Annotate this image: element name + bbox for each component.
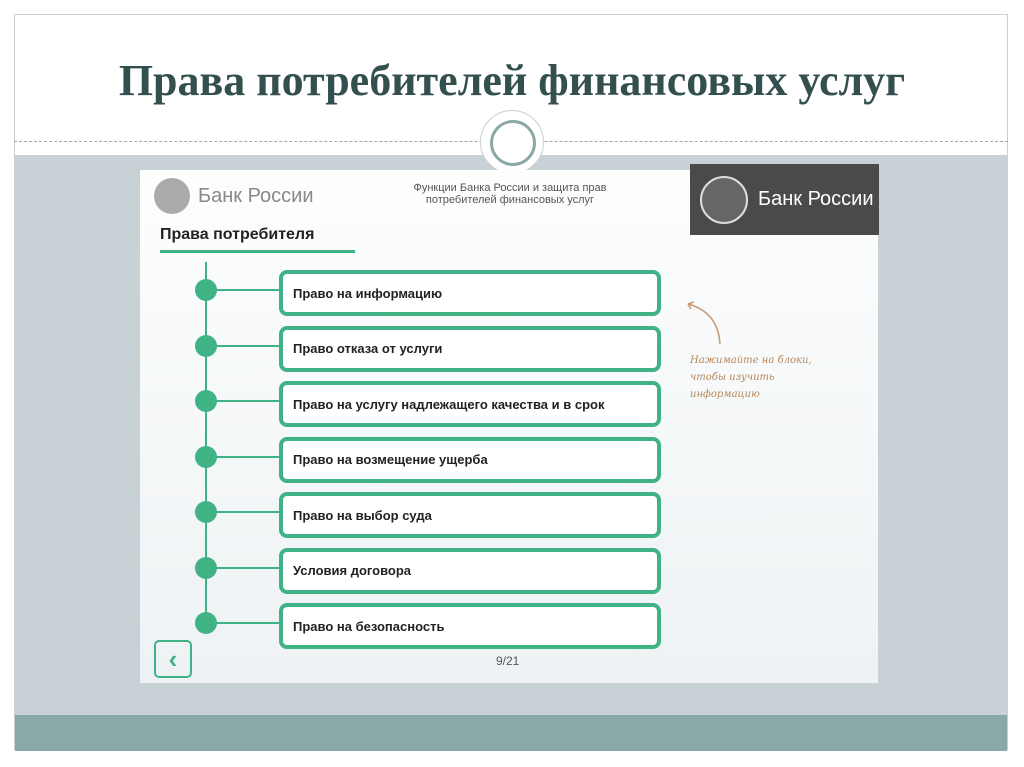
timeline-dot	[195, 556, 217, 579]
page-title: Права потребителей финансовых услуг	[118, 56, 906, 105]
emblem-icon	[700, 175, 748, 224]
timeline-dot	[195, 501, 217, 523]
timeline-item: Условия договора	[195, 547, 661, 594]
right-block-button[interactable]: Право на безопасность	[279, 603, 661, 649]
right-block-button[interactable]: Право на услугу надлежащего качества и в…	[279, 381, 661, 427]
connector	[215, 566, 279, 569]
timeline-item: Право на безопасность	[195, 603, 661, 649]
page-counter: 9/21	[496, 654, 520, 668]
logo-text: Банк России	[198, 184, 314, 207]
connector	[215, 400, 279, 402]
section-heading: Права потребителя	[160, 226, 315, 243]
circle-ornament	[480, 110, 544, 174]
timeline-dot	[195, 612, 217, 634]
brand-badge: Банк России	[690, 164, 879, 235]
timeline-item: Право на выбор суда	[195, 492, 661, 538]
emblem-icon	[154, 178, 190, 214]
connector	[215, 289, 279, 291]
connector	[215, 511, 279, 513]
footer-band	[15, 715, 1007, 751]
right-block-button[interactable]: Право на информацию	[279, 270, 661, 316]
timeline-item: Право отказа от услуги	[195, 325, 661, 372]
connector	[215, 622, 279, 624]
right-block-button[interactable]: Право на выбор суда	[279, 492, 661, 538]
back-button[interactable]: ‹	[154, 640, 192, 678]
logo: Банк России	[154, 178, 314, 214]
connector	[215, 455, 279, 458]
timeline-dot	[195, 279, 217, 301]
timeline-dot	[195, 334, 217, 357]
subtitle: Функции Банка России и защита прав потре…	[413, 182, 607, 206]
connector	[215, 344, 279, 347]
timeline-item: Право на возмещение ущерба	[195, 436, 661, 483]
timeline-dot	[195, 390, 217, 412]
arrow-icon	[687, 301, 721, 345]
timeline-dot	[195, 445, 217, 468]
timeline-item: Право на информацию	[195, 270, 661, 316]
hint-text: Нажимайте на блоки, чтобы изучить информ…	[690, 355, 812, 400]
slide: Банк России Функции Банка России и защит…	[140, 164, 879, 683]
heading-underline	[160, 250, 355, 253]
timeline-item: Право на услугу надлежащего качества и в…	[195, 381, 661, 427]
brand-text: Банк России	[758, 188, 874, 210]
right-block-button[interactable]: Условия договора	[279, 547, 661, 594]
right-block-button[interactable]: Право на возмещение ущерба	[279, 436, 661, 483]
right-block-button[interactable]: Право отказа от услуги	[279, 325, 661, 372]
